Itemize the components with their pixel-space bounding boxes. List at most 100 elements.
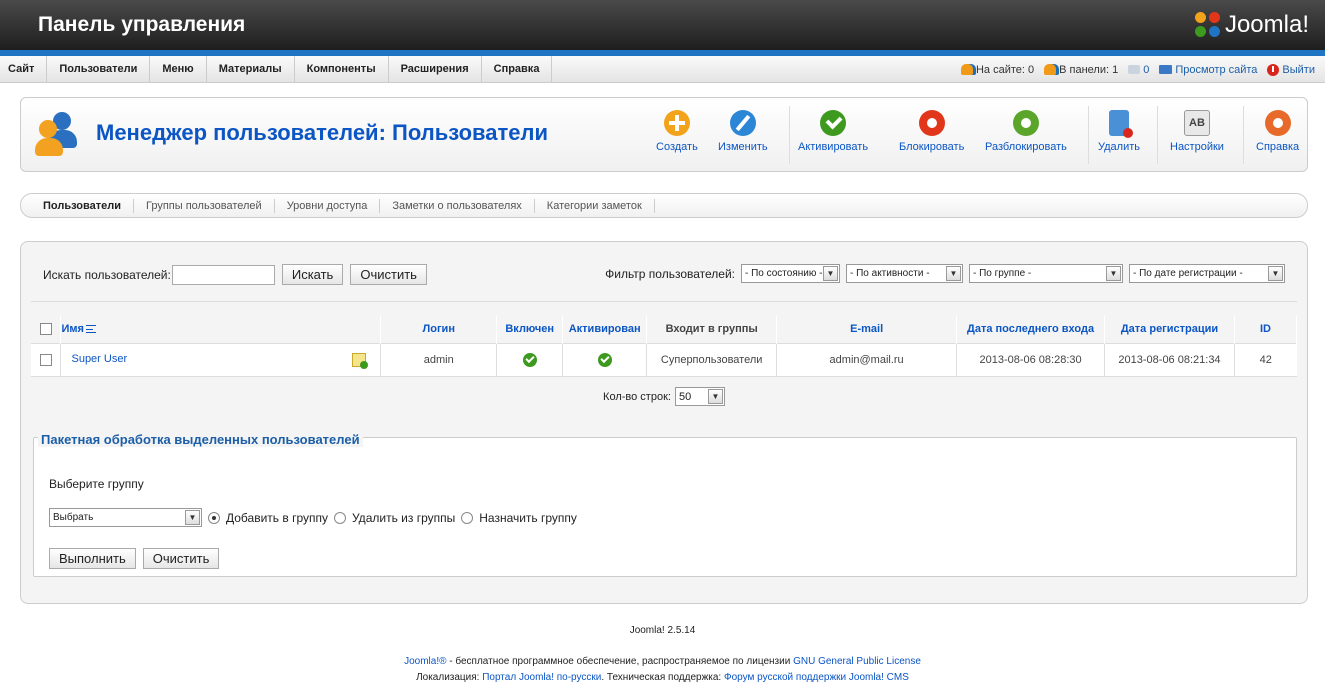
table-row: Super User admin Суперпользователи admin… — [31, 342, 1297, 377]
sort-icon — [85, 324, 96, 333]
tab-user-notes[interactable]: Заметки о пользователях — [380, 198, 535, 213]
chevron-down-icon: ▼ — [823, 266, 838, 281]
pagination-limit: Кол-во строк: 50 ▼ — [21, 387, 1307, 406]
column-email[interactable]: E-mail — [776, 315, 958, 343]
search-bar: Искать пользователей: Искать Очистить — [43, 264, 427, 285]
batch-set-radio[interactable] — [461, 511, 474, 524]
chevron-down-icon: ▼ — [946, 266, 961, 281]
users-table: Имя Логин Включен Активирован Входит в г… — [31, 315, 1298, 377]
menu-components[interactable]: Компоненты — [295, 55, 389, 83]
messages-icon — [1128, 65, 1141, 74]
filter-registration-select[interactable]: - По дате регистрации - ▼ — [1129, 264, 1285, 283]
lifebuoy-icon — [1264, 110, 1291, 136]
batch-remove-label: Удалить из группы — [352, 510, 456, 525]
monitor-icon — [1159, 65, 1173, 74]
filter-active-select[interactable]: - По активности - ▼ — [846, 264, 963, 283]
activate-button[interactable]: Активировать — [798, 110, 868, 153]
chevron-down-icon: ▼ — [1106, 266, 1121, 281]
view-site-link[interactable]: Просмотр сайта — [1159, 64, 1257, 76]
cell-registered: 2013-08-06 08:21:34 — [1104, 342, 1235, 377]
column-registered[interactable]: Дата регистрации — [1104, 315, 1235, 343]
batch-add-label: Добавить в группу — [226, 510, 328, 525]
column-activated[interactable]: Активирован — [562, 315, 648, 343]
options-button[interactable]: AB Настройки — [1170, 110, 1224, 153]
enabled-check-icon[interactable] — [522, 352, 537, 367]
menu-site[interactable]: Сайт — [0, 55, 48, 83]
filters-bar: Фильтр пользователей: - По состоянию - ▼… — [605, 264, 1285, 283]
column-login[interactable]: Логин — [380, 315, 498, 343]
menu-content[interactable]: Материалы — [207, 55, 295, 83]
tab-users[interactable]: Пользователи — [31, 198, 135, 213]
status-bar: На сайте: 0 В панели: 1 0 Просмотр сайта… — [960, 56, 1315, 83]
add-note-icon[interactable] — [352, 352, 369, 369]
options-icon: AB — [1183, 110, 1210, 136]
status-on-site: На сайте: 0 — [960, 64, 1034, 76]
column-enabled[interactable]: Включен — [496, 315, 564, 343]
localization-link[interactable]: Портал Joomla! по-русски — [482, 672, 601, 683]
tab-access-levels[interactable]: Уровни доступа — [275, 198, 381, 213]
column-id[interactable]: ID — [1234, 315, 1298, 343]
column-last-visit[interactable]: Дата последнего входа — [956, 315, 1106, 343]
create-button[interactable]: Создать — [656, 110, 698, 153]
batch-submit-button[interactable]: Выполнить — [49, 548, 136, 569]
header-title: Панель управления — [38, 13, 246, 36]
support-forum-link[interactable]: Форум русской поддержки Joomla! CMS — [724, 672, 909, 683]
batch-legend: Пакетная обработка выделенных пользовате… — [38, 432, 363, 447]
block-button[interactable]: Блокировать — [899, 110, 964, 153]
batch-group-select[interactable]: Выбрать ▼ — [49, 508, 202, 527]
logout-link[interactable]: Выйти — [1267, 63, 1315, 76]
cell-id: 42 — [1234, 342, 1297, 377]
status-messages[interactable]: 0 — [1128, 64, 1149, 76]
batch-clear-button[interactable]: Очистить — [142, 548, 220, 569]
menu-menus[interactable]: Меню — [150, 55, 207, 83]
tab-groups[interactable]: Группы пользователей — [134, 198, 275, 213]
search-button[interactable]: Искать — [281, 264, 344, 285]
clear-search-button[interactable]: Очистить — [350, 264, 427, 285]
footer-version: Joomla! 2.5.14 — [629, 625, 696, 636]
users-panel: Искать пользователей: Искать Очистить Фи… — [20, 241, 1308, 604]
joomla-logo-icon — [1194, 12, 1221, 38]
gpl-link[interactable]: GNU General Public License — [793, 656, 921, 667]
joomla-logo: Joomla! — [1194, 11, 1309, 39]
batch-add-radio[interactable] — [208, 511, 220, 524]
help-button[interactable]: Справка — [1256, 110, 1299, 153]
cell-groups: Суперпользователи — [646, 342, 778, 377]
cell-email: admin@mail.ru — [776, 342, 958, 377]
filter-group-select[interactable]: - По группе - ▼ — [969, 264, 1123, 283]
cell-last-visit: 2013-08-06 08:28:30 — [956, 342, 1106, 377]
filter-state-select[interactable]: - По состоянию - ▼ — [741, 264, 840, 283]
menu-users[interactable]: Пользователи — [47, 55, 151, 83]
batch-options: Выбрать ▼ Добавить в группу Удалить из г… — [49, 508, 577, 527]
toolbar-separator — [1088, 106, 1089, 164]
search-input[interactable] — [171, 264, 275, 285]
menu-extensions[interactable]: Расширения — [389, 55, 482, 83]
tab-note-categories[interactable]: Категории заметок — [535, 198, 655, 213]
toolbar-separator — [1157, 106, 1158, 164]
chevron-down-icon: ▼ — [1268, 266, 1283, 281]
limit-select[interactable]: 50 ▼ — [674, 387, 725, 406]
toolbar-separator — [1243, 106, 1244, 164]
menu-help[interactable]: Справка — [482, 55, 553, 83]
edit-button[interactable]: Изменить — [718, 110, 768, 153]
joomla-link[interactable]: Joomla!® — [404, 656, 446, 667]
users-icon — [35, 112, 83, 156]
status-in-panel: В панели: 1 — [1044, 64, 1118, 76]
column-groups: Входит в группы — [646, 315, 778, 343]
delete-button[interactable]: Удалить — [1098, 110, 1140, 153]
submenu-tabs: Пользователи Группы пользователей Уровни… — [20, 193, 1308, 218]
filter-label: Фильтр пользователей: — [605, 266, 735, 281]
unblock-button[interactable]: Разблокировать — [985, 110, 1067, 153]
toolbar-box: Менеджер пользователей: Пользователи Соз… — [20, 97, 1308, 172]
plus-icon — [663, 110, 690, 136]
column-name[interactable]: Имя — [60, 315, 382, 343]
toolbar-separator — [789, 106, 790, 164]
select-all-checkbox[interactable] — [39, 322, 52, 335]
batch-group-label: Выберите группу — [49, 477, 144, 491]
main-menu: Сайт Пользователи Меню Материалы Компоне… — [0, 55, 1325, 83]
batch-remove-radio[interactable] — [334, 511, 346, 524]
row-checkbox[interactable] — [39, 353, 52, 366]
footer-license: Joomla!® - бесплатное программное обеспе… — [404, 656, 921, 667]
user-name-link[interactable]: Super User — [71, 353, 127, 365]
admins-online-icon — [1044, 64, 1057, 75]
page-title: Менеджер пользователей: Пользователи — [96, 120, 549, 145]
